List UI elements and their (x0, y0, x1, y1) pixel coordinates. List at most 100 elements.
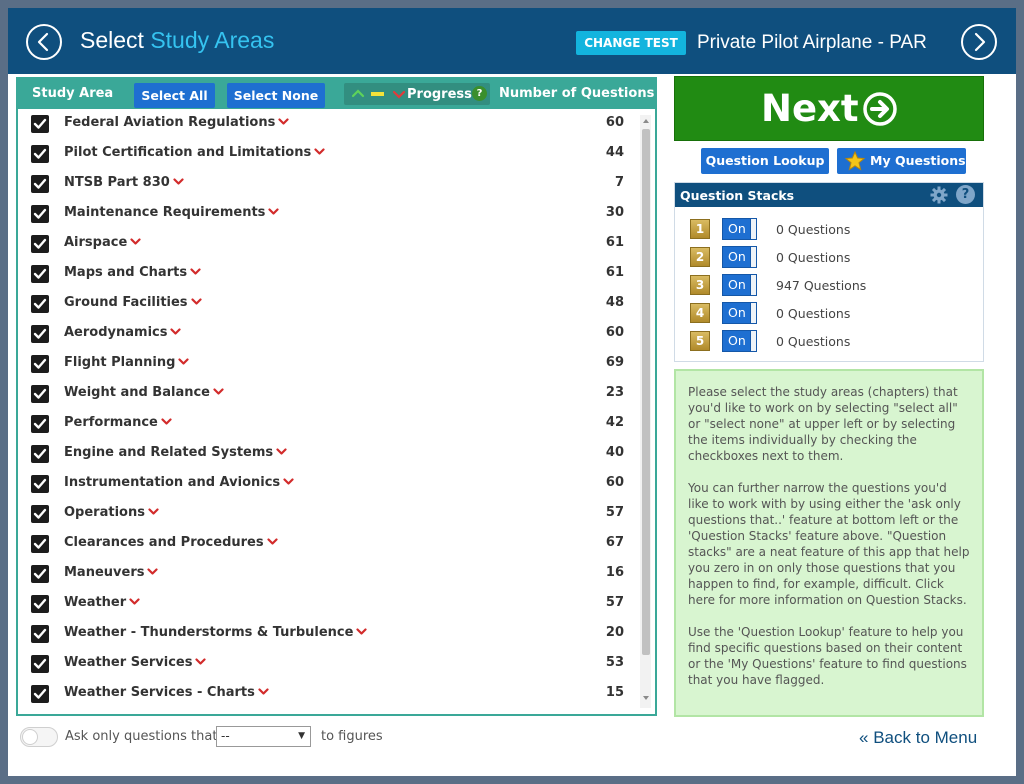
checkmark-icon (33, 268, 47, 279)
study-area-checkbox[interactable] (31, 265, 49, 283)
change-test-button[interactable]: CHANGE TEST (576, 31, 686, 55)
chevron-down-icon[interactable] (266, 538, 278, 546)
stack-on-toggle[interactable]: On (722, 274, 757, 296)
chevron-down-icon[interactable] (276, 448, 287, 456)
stack-on-toggle[interactable]: On (722, 246, 757, 268)
study-area-checkbox[interactable] (31, 295, 49, 313)
study-area-checkbox[interactable] (31, 145, 49, 163)
scroll-up-icon[interactable] (642, 118, 650, 124)
next-label: Next (761, 87, 859, 130)
study-area-checkbox[interactable] (31, 355, 49, 373)
study-area-row[interactable]: Flight Planning 69 (18, 349, 640, 379)
page-title-accent: Study Areas (150, 27, 275, 53)
study-area-checkbox[interactable] (31, 175, 49, 193)
study-area-row[interactable]: Weather - Thunderstorms & Turbulence 20 (18, 619, 640, 649)
chevron-down-icon[interactable] (178, 358, 189, 366)
chevron-down-icon[interactable] (173, 178, 184, 186)
chevron-down-icon[interactable] (129, 598, 140, 606)
study-area-row[interactable]: Weather Services - Charts 15 (18, 679, 640, 709)
forward-nav-button[interactable] (961, 24, 997, 60)
chevron-down-icon[interactable] (258, 688, 269, 696)
select-none-button[interactable]: Select None (227, 83, 325, 108)
study-area-label: Aerodynamics (64, 325, 168, 340)
chevron-down-icon[interactable] (213, 388, 224, 396)
study-area-checkbox[interactable] (31, 445, 49, 463)
study-area-row[interactable]: Weather Services 53 (18, 649, 640, 679)
study-area-label-wrap: Maps and Charts (64, 265, 201, 280)
chevron-down-icon[interactable] (161, 418, 172, 426)
study-area-label: Engine and Related Systems (64, 445, 274, 460)
study-area-checkbox[interactable] (31, 505, 49, 523)
study-area-label-wrap: Weather (64, 595, 140, 610)
chevron-down-icon[interactable] (147, 568, 159, 576)
study-area-row[interactable]: Weather 57 (18, 589, 640, 619)
chevron-down-icon[interactable] (190, 298, 202, 306)
study-area-row[interactable]: Maps and Charts 61 (18, 259, 640, 289)
next-button[interactable]: Next (674, 76, 984, 141)
ask-only-toggle[interactable] (20, 727, 58, 747)
question-stack-row: 3 On 947 Questions (675, 273, 983, 301)
chevron-down-icon[interactable] (356, 628, 368, 636)
study-area-row[interactable]: Federal Aviation Regulations 60 (18, 109, 640, 139)
chevron-down-icon[interactable] (190, 268, 201, 276)
page-title: Select Study Areas (80, 27, 274, 54)
stack-on-toggle[interactable]: On (722, 302, 757, 324)
instructions-paragraph: Use the 'Question Lookup' feature to hel… (688, 625, 967, 687)
chevron-down-icon[interactable] (130, 238, 141, 246)
help-icon[interactable]: ? (956, 185, 975, 204)
study-area-row[interactable]: Aerodynamics 60 (18, 319, 640, 349)
study-area-row[interactable]: Pilot Certification and Limitations 44 (18, 139, 640, 169)
chevron-down-icon[interactable] (314, 148, 325, 156)
study-area-label: NTSB Part 830 (64, 175, 170, 190)
study-area-checkbox[interactable] (31, 595, 49, 613)
chevron-down-icon[interactable] (170, 328, 182, 336)
study-area-label-wrap: NTSB Part 830 (64, 175, 184, 190)
study-area-row[interactable]: Instrumentation and Avionics 60 (18, 469, 640, 499)
chevron-down-icon[interactable] (195, 658, 207, 666)
select-all-button[interactable]: Select All (134, 83, 215, 108)
study-area-row[interactable]: NTSB Part 830 7 (18, 169, 640, 199)
study-area-row[interactable]: Maneuvers 16 (18, 559, 640, 589)
study-area-row[interactable]: Operations 57 (18, 499, 640, 529)
study-area-row[interactable]: Airspace 61 (18, 229, 640, 259)
scroll-thumb[interactable] (642, 129, 650, 655)
study-area-checkbox[interactable] (31, 205, 49, 223)
question-lookup-button[interactable]: Question Lookup (701, 148, 829, 174)
study-area-checkbox[interactable] (31, 115, 49, 133)
study-area-row[interactable]: Weight and Balance 23 (18, 379, 640, 409)
toggle-handle (750, 275, 756, 295)
progress-sort-control[interactable]: Progress ? (344, 83, 490, 105)
study-area-row[interactable]: Ground Facilities 48 (18, 289, 640, 319)
study-area-checkbox[interactable] (31, 325, 49, 343)
study-area-row[interactable]: Maintenance Requirements 30 (18, 199, 640, 229)
study-area-row[interactable]: Engine and Related Systems 40 (18, 439, 640, 469)
study-area-row[interactable]: Performance 42 (18, 409, 640, 439)
chevron-down-icon[interactable] (148, 508, 159, 516)
study-area-row[interactable]: Clearances and Procedures 67 (18, 529, 640, 559)
study-area-checkbox[interactable] (31, 625, 49, 643)
progress-help-icon[interactable]: ? (472, 86, 487, 101)
study-area-checkbox[interactable] (31, 685, 49, 703)
chevron-down-icon[interactable] (278, 118, 289, 126)
study-area-checkbox[interactable] (31, 565, 49, 583)
scroll-down-icon[interactable] (642, 695, 650, 701)
study-area-checkbox[interactable] (31, 475, 49, 493)
stack-on-toggle[interactable]: On (722, 330, 757, 352)
gear-icon[interactable] (930, 186, 948, 204)
study-area-label-wrap: Weather Services (64, 655, 207, 670)
list-scrollbar[interactable] (640, 115, 651, 708)
chevron-down-icon[interactable] (283, 478, 294, 486)
back-nav-button[interactable] (26, 24, 62, 60)
chevron-down-icon[interactable] (268, 208, 280, 216)
study-area-label-wrap: Federal Aviation Regulations (64, 115, 289, 130)
study-area-checkbox[interactable] (31, 235, 49, 253)
study-area-checkbox[interactable] (31, 655, 49, 673)
instructions-paragraph[interactable]: You can further narrow the questions you… (688, 480, 970, 608)
my-questions-button[interactable]: My Questions (837, 148, 966, 174)
stack-on-toggle[interactable]: On (722, 218, 757, 240)
study-area-checkbox[interactable] (31, 535, 49, 553)
study-area-checkbox[interactable] (31, 385, 49, 403)
study-area-checkbox[interactable] (31, 415, 49, 433)
back-to-menu-link[interactable]: « Back to Menu (859, 728, 977, 748)
figures-filter-select[interactable]: -- ▼ (216, 726, 311, 747)
